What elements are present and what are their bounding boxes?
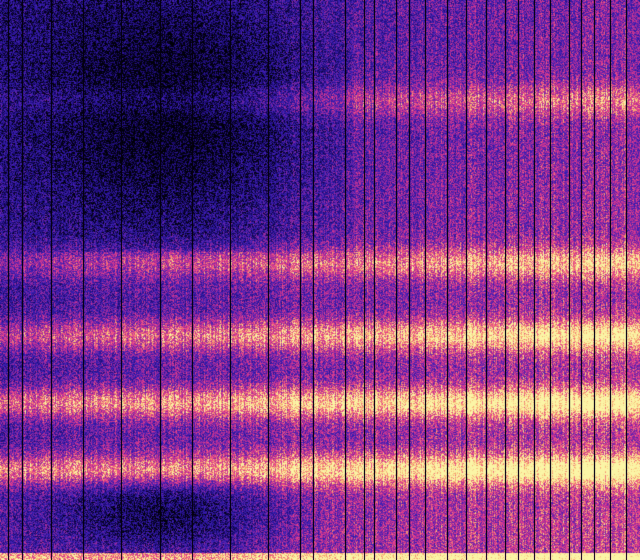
heatmap-overlay [8, 0, 627, 560]
spectrogram-heatmap [0, 0, 640, 560]
